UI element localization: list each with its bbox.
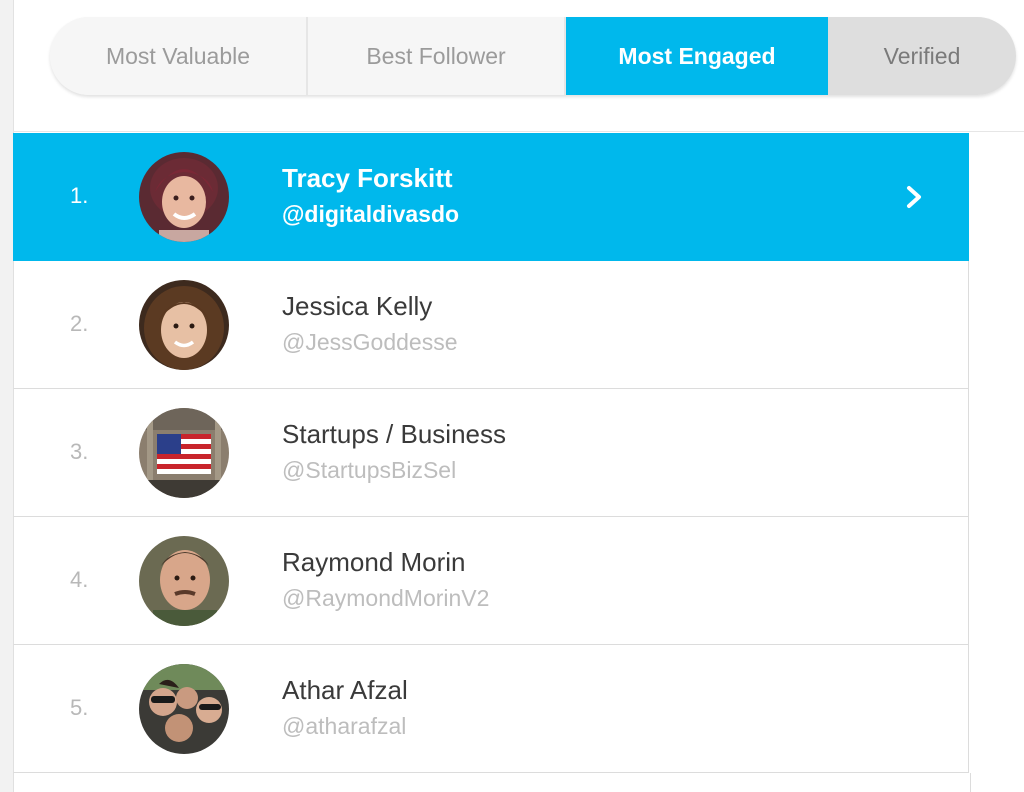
avatar xyxy=(139,664,229,754)
rank-number: 3. xyxy=(70,439,89,464)
user-handle: @StartupsBizSel xyxy=(282,457,457,483)
rank-number: 5. xyxy=(70,695,89,720)
tab-most-valuable[interactable]: Most Valuable xyxy=(50,17,308,95)
user-handle: @RaymondMorinV2 xyxy=(282,585,490,611)
user-handle: @digitaldivasdo xyxy=(282,201,460,227)
header-divider xyxy=(13,131,1024,132)
list-item[interactable]: 3. Startups / Business @StartupsBizSel xyxy=(13,389,969,517)
list-item[interactable]: 2. Jessica Kelly @JessGoddesse xyxy=(13,261,969,389)
user-name: Athar Afzal xyxy=(282,675,408,705)
list-item[interactable]: 4. Raymond Morin @RaymondMorinV2 xyxy=(13,517,969,645)
rank-number: 4. xyxy=(70,567,89,592)
avatar xyxy=(139,536,229,626)
user-handle: @atharafzal xyxy=(282,713,407,739)
list-item[interactable]: 1. Tracy Forskitt @digitaldivasdo xyxy=(13,133,969,261)
tab-verified[interactable]: Verified xyxy=(828,17,1016,95)
chevron-right-icon[interactable] xyxy=(900,183,928,211)
user-list: 1. Tracy Forskitt @digitaldivasdo 2. Jes… xyxy=(13,133,969,773)
user-name: Startups / Business xyxy=(282,419,506,449)
filter-tabs: Most Valuable Best Follower Most Engaged… xyxy=(50,17,1016,95)
user-handle: @JessGoddesse xyxy=(282,329,458,355)
tab-most-engaged[interactable]: Most Engaged xyxy=(566,17,828,95)
tab-best-follower[interactable]: Best Follower xyxy=(308,17,566,95)
avatar xyxy=(139,152,229,242)
rank-number: 1. xyxy=(70,183,89,208)
list-item-partial xyxy=(13,773,971,792)
rank-number: 2. xyxy=(70,311,89,336)
user-name: Raymond Morin xyxy=(282,547,466,577)
user-name: Tracy Forskitt xyxy=(282,163,453,193)
left-rail xyxy=(0,0,14,792)
avatar xyxy=(139,280,229,370)
list-item[interactable]: 5. Athar Afzal @atharafzal xyxy=(13,645,969,773)
avatar xyxy=(139,408,229,498)
user-name: Jessica Kelly xyxy=(282,291,433,321)
